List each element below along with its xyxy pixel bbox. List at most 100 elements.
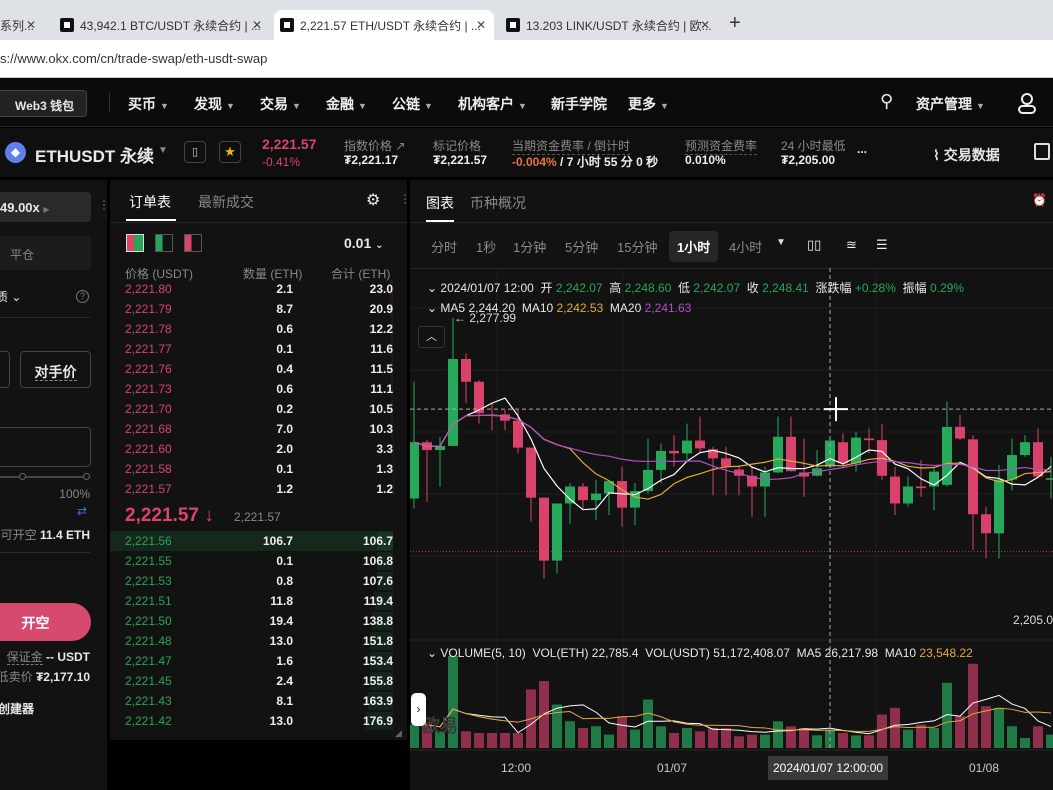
settings-sliders-icon[interactable]: ⚙ bbox=[366, 190, 380, 210]
nav-discover[interactable]: 发现 ▼ bbox=[194, 94, 235, 114]
margin-mode-dropdown[interactable]: 质 ⌄ bbox=[0, 288, 21, 305]
settings-list-icon[interactable]: ☰ bbox=[876, 237, 888, 253]
opponent-price-button[interactable]: 对手价 bbox=[20, 351, 91, 388]
tab-latest-trades[interactable]: 最新成交 bbox=[198, 192, 254, 212]
nav-buy[interactable]: 买币 ▼ bbox=[128, 94, 169, 114]
tab-chart[interactable]: 图表 bbox=[426, 193, 454, 213]
nav-assets[interactable]: 资产管理 ▼ bbox=[916, 94, 985, 114]
user-icon[interactable] bbox=[1017, 92, 1037, 114]
chevron-down-icon[interactable]: ▼ bbox=[776, 237, 786, 248]
collapse-chevron-icon[interactable]: ⌄ bbox=[427, 281, 437, 295]
nav-more[interactable]: 更多 ▼ bbox=[628, 94, 669, 114]
drag-handle-icon[interactable]: ⋮ bbox=[98, 198, 110, 212]
new-tab-button[interactable]: + bbox=[729, 12, 741, 35]
notes-icon[interactable] bbox=[1034, 143, 1050, 160]
strategy-creator-link[interactable]: 创建器 bbox=[0, 700, 34, 717]
amount-slider[interactable] bbox=[0, 476, 88, 478]
chevron-down-icon[interactable]: ▼ bbox=[158, 145, 168, 156]
precision-dropdown[interactable]: 0.01 ⌄ bbox=[344, 235, 384, 251]
browser-tab[interactable]: 系列... ✕ bbox=[0, 10, 44, 40]
swap-unit-icon[interactable]: ⇄ bbox=[77, 504, 87, 518]
indicator-icon[interactable]: ≊ bbox=[846, 237, 857, 253]
bid-row[interactable]: 2,221.43 8.1 163.9 bbox=[110, 691, 393, 711]
open-short-button[interactable]: 开空 bbox=[0, 603, 91, 641]
slider-tick[interactable] bbox=[19, 473, 26, 480]
browser-tab[interactable]: 43,942.1 BTC/USDT 永续合约 | ... ✕ bbox=[54, 10, 270, 40]
bid-row[interactable]: 2,221.50 19.4 138.8 bbox=[110, 611, 393, 631]
ask-row[interactable]: 2,221.78 0.6 12.2 bbox=[110, 319, 393, 339]
ask-row[interactable]: 2,221.60 2.0 3.3 bbox=[110, 439, 393, 459]
alarm-clock-icon[interactable]: ⏰ bbox=[1032, 193, 1047, 207]
collapse-chevron-icon[interactable]: ⌄ bbox=[427, 646, 437, 660]
browser-tab[interactable]: 13.203 LINK/USDT 永续合约 | 欧... ✕ bbox=[500, 10, 718, 40]
timeframe-5m[interactable]: 5分钟 bbox=[565, 237, 598, 256]
index-price-label[interactable]: 指数价格 ↗ bbox=[344, 137, 405, 154]
collapse-up-icon[interactable]: ︿ bbox=[418, 326, 445, 348]
help-icon[interactable]: ? bbox=[76, 290, 89, 303]
ask-row[interactable]: 2,221.68 7.0 10.3 bbox=[110, 419, 393, 439]
view-both-icon[interactable] bbox=[126, 234, 144, 252]
bid-row[interactable]: 2,221.51 11.8 119.4 bbox=[110, 591, 393, 611]
nav-trade[interactable]: 交易 ▼ bbox=[260, 94, 301, 114]
volume-bar bbox=[864, 735, 874, 748]
trade-data-button[interactable]: ⌇ 交易数据 bbox=[933, 145, 1000, 165]
ask-row[interactable]: 2,221.58 0.1 1.3 bbox=[110, 459, 393, 479]
nav-academy[interactable]: 新手学院 bbox=[551, 94, 607, 114]
close-icon[interactable]: ✕ bbox=[700, 18, 710, 32]
more-stats-button[interactable]: ... bbox=[857, 142, 867, 156]
bid-row[interactable]: 2,221.42 13.0 176.9 bbox=[110, 711, 393, 731]
close-icon[interactable]: ✕ bbox=[26, 18, 36, 32]
candle-type-icon[interactable]: ▯▯ bbox=[807, 237, 821, 253]
collapse-chevron-icon[interactable]: ⌄ bbox=[427, 301, 437, 315]
chevron-down-icon: ▼ bbox=[518, 101, 527, 111]
web3-wallet-button[interactable]: Web3 钱包 bbox=[0, 90, 87, 117]
book-icon[interactable]: ▯ bbox=[184, 141, 206, 163]
bid-row[interactable]: 2,221.53 0.8 107.6 bbox=[110, 571, 393, 591]
ask-row[interactable]: 2,221.80 2.1 23.0 bbox=[110, 279, 393, 299]
nav-institutional[interactable]: 机构客户 ▼ bbox=[458, 94, 527, 114]
nav-chain[interactable]: 公链 ▼ bbox=[392, 94, 433, 114]
timeframe-4h[interactable]: 4小时 bbox=[729, 237, 762, 256]
bid-row[interactable]: 2,221.47 1.6 153.4 bbox=[110, 651, 393, 671]
leverage-value: 49.00x bbox=[0, 200, 40, 215]
bid-row[interactable]: 2,221.45 2.4 155.8 bbox=[110, 671, 393, 691]
symbol-selector[interactable]: ETHUSDT 永续 bbox=[35, 142, 154, 167]
price-stepper[interactable] bbox=[0, 351, 10, 388]
candle-body bbox=[448, 358, 458, 446]
star-icon[interactable]: ★ bbox=[219, 141, 241, 163]
bid-row[interactable]: 2,221.56 106.7 106.7 bbox=[110, 531, 393, 551]
timeframe-1s[interactable]: 1秒 bbox=[476, 237, 496, 256]
timeframe-1h[interactable]: 1小时 bbox=[669, 231, 719, 262]
ask-row[interactable]: 2,221.70 0.2 10.5 bbox=[110, 399, 393, 419]
expand-right-icon[interactable]: › bbox=[411, 693, 426, 726]
ask-row[interactable]: 2,221.73 0.6 11.1 bbox=[110, 379, 393, 399]
label: 质 bbox=[0, 290, 9, 304]
candlestick-chart[interactable] bbox=[410, 268, 1053, 783]
tab-coin-overview[interactable]: 币种概况 bbox=[470, 193, 526, 213]
ask-row[interactable]: 2,221.76 0.4 11.5 bbox=[110, 359, 393, 379]
price: 2,221.53 bbox=[125, 574, 172, 588]
close-position-tab[interactable]: 平仓 bbox=[0, 236, 91, 270]
ask-row[interactable]: 2,221.77 0.1 11.6 bbox=[110, 339, 393, 359]
close-icon[interactable]: ✕ bbox=[252, 18, 262, 32]
ask-row[interactable]: 2,221.79 8.7 20.9 bbox=[110, 299, 393, 319]
timeframe-1m[interactable]: 1分钟 bbox=[513, 237, 546, 256]
browser-tab-active[interactable]: 2,221.57 ETH/USDT 永续合约 | ... ✕ bbox=[274, 10, 494, 40]
search-icon[interactable]: ⚲ bbox=[880, 91, 893, 112]
timeframe-15m[interactable]: 15分钟 bbox=[617, 237, 657, 256]
nav-finance[interactable]: 金融 ▼ bbox=[326, 94, 367, 114]
leverage-selector[interactable]: 49.00x ▶ bbox=[0, 192, 91, 222]
view-asks-icon[interactable] bbox=[184, 234, 202, 252]
bid-row[interactable]: 2,221.55 0.1 106.8 bbox=[110, 551, 393, 571]
view-bids-icon[interactable] bbox=[155, 234, 173, 252]
resize-handle-icon[interactable]: ◢ bbox=[395, 728, 402, 739]
amount-input[interactable] bbox=[0, 427, 91, 467]
ask-row[interactable]: 2,221.57 1.2 1.2 bbox=[110, 479, 393, 499]
slider-tick[interactable] bbox=[83, 473, 90, 480]
tab-orderbook[interactable]: 订单表 bbox=[129, 192, 171, 212]
address-bar[interactable]: s://www.okx.com/cn/trade-swap/eth-usdt-s… bbox=[0, 40, 1053, 78]
bid-row[interactable]: 2,221.48 13.0 151.8 bbox=[110, 631, 393, 651]
timeframe-line[interactable]: 分时 bbox=[431, 237, 457, 256]
x-axis-label: 12:00 bbox=[501, 761, 532, 775]
close-icon[interactable]: ✕ bbox=[476, 18, 486, 32]
